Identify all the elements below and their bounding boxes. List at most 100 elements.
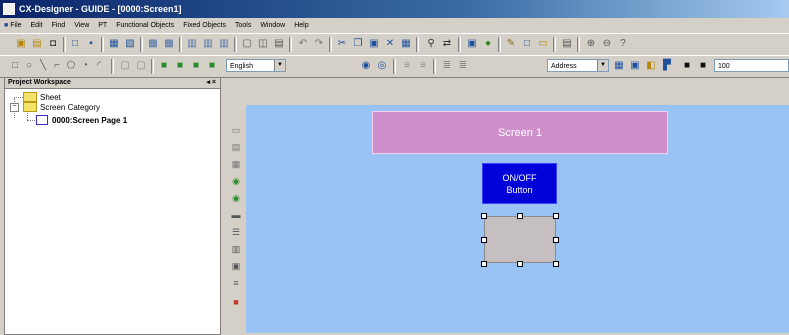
tree-item-sheet[interactable]: Sheet bbox=[23, 92, 61, 102]
paste-icon[interactable]: ▣ bbox=[367, 37, 381, 51]
copy-screen-icon[interactable]: ▧ bbox=[123, 37, 137, 51]
open-icon[interactable]: ▤ bbox=[30, 37, 44, 51]
menu-file[interactable]: File bbox=[10, 22, 21, 29]
align-left-icon[interactable]: ≡ bbox=[400, 59, 414, 73]
align-bottom-icon[interactable]: ≣ bbox=[456, 59, 470, 73]
tree-item-screen-page-1[interactable]: 0000:Screen Page 1 bbox=[36, 115, 127, 125]
screen-icon[interactable]: ▦ bbox=[107, 37, 121, 51]
fixed-object-icon[interactable]: ▭ bbox=[230, 124, 242, 136]
collapse-icon[interactable]: − bbox=[10, 103, 19, 112]
chevron-down-icon[interactable]: ▼ bbox=[597, 60, 608, 71]
rectangle-icon[interactable]: □ bbox=[8, 59, 22, 73]
grid-icon[interactable]: ▩ bbox=[146, 37, 160, 51]
ungroup-icon[interactable]: ▢ bbox=[134, 59, 148, 73]
address-select[interactable]: Address ▼ bbox=[547, 59, 609, 72]
onoff-button-object[interactable]: ON/OFF Button bbox=[482, 163, 557, 204]
bring-front-icon[interactable]: ■ bbox=[157, 59, 171, 73]
table-icon[interactable]: ▦ bbox=[612, 59, 626, 73]
numeral-display-icon[interactable]: ▤ bbox=[230, 141, 242, 153]
fill-black-icon[interactable]: ■ bbox=[680, 59, 694, 73]
grid-settings-icon[interactable]: ▩ bbox=[162, 37, 176, 51]
language-select[interactable]: English ▼ bbox=[226, 59, 286, 72]
language-switch-icon[interactable]: ◎ bbox=[375, 59, 389, 73]
app-icon[interactable] bbox=[3, 3, 15, 15]
send-backward-icon[interactable]: ■ bbox=[205, 59, 219, 73]
print-icon[interactable]: ▤ bbox=[272, 37, 286, 51]
screen-label-object[interactable]: Screen 1 bbox=[372, 111, 668, 154]
layout-icon[interactable]: ▤ bbox=[560, 37, 574, 51]
menu-pt[interactable]: PT bbox=[98, 22, 107, 29]
library-open-icon[interactable]: ▥ bbox=[201, 37, 215, 51]
chevron-down-icon[interactable]: ▼ bbox=[274, 60, 285, 71]
delete-icon[interactable]: ✕ bbox=[383, 37, 397, 51]
screen-properties-icon[interactable]: □ bbox=[520, 37, 534, 51]
align-right-icon[interactable]: ≡ bbox=[416, 59, 430, 73]
send-back-icon[interactable]: ■ bbox=[173, 59, 187, 73]
list-selection-icon[interactable]: ☰ bbox=[230, 226, 242, 238]
find-icon[interactable]: ⚲ bbox=[424, 37, 438, 51]
wand-icon[interactable]: ✎ bbox=[504, 37, 518, 51]
polyline-icon[interactable]: ⌐ bbox=[50, 59, 64, 73]
arc-icon[interactable]: ◜ bbox=[92, 59, 106, 73]
menu-view[interactable]: View bbox=[74, 22, 89, 29]
resize-handle[interactable] bbox=[481, 261, 487, 267]
menu-tools[interactable]: Tools bbox=[235, 22, 251, 29]
resize-handle[interactable] bbox=[481, 237, 487, 243]
help-icon[interactable]: ? bbox=[616, 37, 630, 51]
zoom-select[interactable]: 100 bbox=[714, 59, 789, 72]
copy-icon[interactable]: ❐ bbox=[351, 37, 365, 51]
new-screen-icon[interactable]: □ bbox=[68, 37, 82, 51]
highlight-icon[interactable]: ◧ bbox=[644, 59, 658, 73]
selected-object[interactable] bbox=[484, 216, 556, 263]
resize-handle[interactable] bbox=[517, 261, 523, 267]
resize-handle[interactable] bbox=[517, 213, 523, 219]
align-top-icon[interactable]: ≣ bbox=[440, 59, 454, 73]
alarm-icon[interactable]: ▣ bbox=[230, 260, 242, 272]
new-project-icon[interactable]: ▣ bbox=[14, 37, 28, 51]
redo-icon[interactable]: ↷ bbox=[312, 37, 326, 51]
menu-window[interactable]: Window bbox=[260, 22, 285, 29]
resize-handle[interactable] bbox=[553, 213, 559, 219]
page-icon[interactable]: ▢ bbox=[240, 37, 254, 51]
video-icon[interactable]: ■ bbox=[230, 296, 242, 308]
folder-icon[interactable]: ▭ bbox=[536, 37, 550, 51]
resize-handle[interactable] bbox=[553, 261, 559, 267]
bit-lamp-icon[interactable]: ◉ bbox=[230, 175, 242, 187]
save-all-icon[interactable]: ◘ bbox=[46, 37, 60, 51]
line-icon[interactable]: ╲ bbox=[36, 59, 50, 73]
menu-help[interactable]: Help bbox=[294, 22, 308, 29]
menu-functional-objects[interactable]: Functional Objects bbox=[116, 22, 174, 29]
group-icon[interactable]: ▢ bbox=[118, 59, 132, 73]
window-icon[interactable]: ▣ bbox=[628, 59, 642, 73]
string-display-icon[interactable]: ▦ bbox=[230, 158, 242, 170]
transfer-icon[interactable]: ● bbox=[481, 37, 495, 51]
pointer-icon[interactable]: ▛ bbox=[660, 59, 674, 73]
menu-fixed-objects[interactable]: Fixed Objects bbox=[183, 22, 226, 29]
menu-find[interactable]: Find bbox=[52, 22, 66, 29]
pin-close-icon[interactable]: ◂ × bbox=[206, 78, 216, 88]
library-icon[interactable]: ▥ bbox=[185, 37, 199, 51]
properties-icon[interactable]: ▦ bbox=[399, 37, 413, 51]
save-icon[interactable]: ▪ bbox=[84, 37, 98, 51]
circle-icon[interactable]: ○ bbox=[22, 59, 36, 73]
resize-handle[interactable] bbox=[553, 237, 559, 243]
zoom-out-icon[interactable]: ⊖ bbox=[600, 37, 614, 51]
command-button-icon[interactable]: ▬ bbox=[230, 209, 242, 221]
graph-icon[interactable]: ≡ bbox=[230, 277, 242, 289]
fill-dark-icon[interactable]: ■ bbox=[696, 59, 710, 73]
language-edit-icon[interactable]: ◉ bbox=[359, 59, 373, 73]
library-edit-icon[interactable]: ▥ bbox=[217, 37, 231, 51]
data-block-icon[interactable]: ▥ bbox=[230, 243, 242, 255]
polygon-icon[interactable]: ⬠ bbox=[64, 59, 78, 73]
document-menu-icon[interactable]: ■ bbox=[4, 22, 8, 29]
resize-handle[interactable] bbox=[481, 213, 487, 219]
bring-forward-icon[interactable]: ■ bbox=[189, 59, 203, 73]
tree-item-screen-category[interactable]: Screen Category bbox=[23, 102, 100, 112]
menu-edit[interactable]: Edit bbox=[31, 22, 43, 29]
undo-icon[interactable]: ↶ bbox=[296, 37, 310, 51]
print-preview-icon[interactable]: ◫ bbox=[256, 37, 270, 51]
test-icon[interactable]: ▣ bbox=[465, 37, 479, 51]
word-lamp-icon[interactable]: ◉ bbox=[230, 192, 242, 204]
cut-icon[interactable]: ✂ bbox=[335, 37, 349, 51]
replace-icon[interactable]: ⇄ bbox=[440, 37, 454, 51]
